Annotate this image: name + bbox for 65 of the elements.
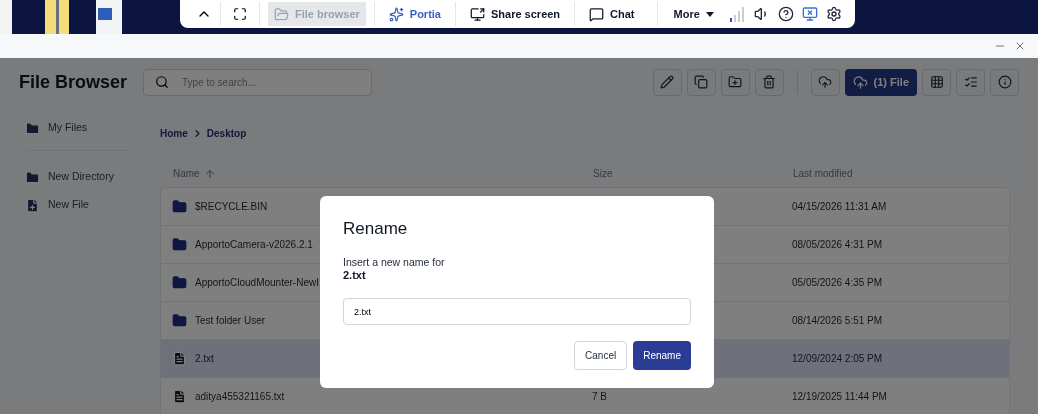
file-icon (172, 351, 187, 366)
zip-folder-drawing[interactable] (45, 0, 69, 34)
rename-button[interactable]: Rename (633, 341, 691, 371)
search-icon (155, 74, 170, 89)
sidebar-item[interactable]: New Directory (25, 167, 128, 187)
file-icon (172, 389, 187, 404)
toolbar-button[interactable]: File browser (268, 2, 366, 26)
info-icon[interactable] (997, 75, 1012, 89)
toolbar-button[interactable]: Share screen (464, 2, 567, 26)
file-name: aditya455321165.txt (195, 390, 285, 404)
cloud-upload-icon[interactable] (818, 75, 833, 89)
toolbar-button[interactable]: Portia (382, 2, 447, 26)
more-menu-button[interactable]: More (656, 2, 730, 26)
modified-date: 12/09/2024 2:05 PM (792, 352, 884, 366)
sidebar-item[interactable]: My Files (25, 118, 128, 138)
modified-date: 08/05/2026 4:31 PM (792, 238, 884, 252)
breadcrumb-link[interactable]: Desktop (206, 125, 247, 141)
file-name: ApportoCloudMounter-NewI (195, 276, 319, 290)
app-title: File Browser (19, 70, 128, 94)
sidebar-item[interactable]: New File (25, 195, 128, 215)
dialog-title: Rename (343, 218, 409, 240)
grid-icon[interactable] (929, 75, 944, 89)
caret-icon (705, 11, 714, 17)
modified-date: 08/14/2026 5:51 PM (792, 314, 884, 328)
folder-icon (172, 313, 187, 328)
file-name: 2.txt (343, 268, 367, 283)
file-name: $RECYCLE.BIN (195, 200, 268, 214)
folder-icon (25, 120, 40, 136)
cancel-button[interactable]: Cancel (574, 341, 628, 371)
file-name: Test folder User (195, 314, 266, 328)
modified-date: 05/05/2026 4:35 PM (792, 276, 884, 290)
upload-status-button[interactable]: (1) File (844, 68, 917, 96)
name-input-field[interactable]: 2.txt (343, 298, 691, 326)
signal-icon (729, 6, 746, 22)
trash-icon[interactable] (762, 75, 777, 89)
folder-icon (172, 237, 187, 252)
folder-icon (172, 275, 187, 290)
sort-arrow-icon (203, 167, 216, 180)
file-name: ApportoCamera-v2026.2.1 (195, 238, 313, 252)
chat-icon (589, 6, 605, 22)
file-name: 2.txt (195, 352, 214, 366)
fullscreen-icon[interactable] (233, 7, 247, 21)
folder-icon (172, 199, 187, 214)
file-size: 7 B (592, 391, 607, 402)
column-header[interactable]: Name (173, 166, 200, 181)
search-field[interactable]: Type to search... (143, 68, 373, 96)
folder-icon (274, 6, 289, 22)
close-icon[interactable] (1014, 40, 1026, 52)
modified-date: 04/15/2026 11:31 AM (792, 200, 888, 214)
help-icon[interactable] (777, 6, 794, 22)
monitor-icon[interactable] (801, 6, 818, 22)
toolbar-button[interactable]: Chat (583, 2, 641, 26)
column-header[interactable]: Last modified (793, 166, 997, 181)
pencil-icon[interactable] (660, 75, 675, 89)
cloud-upload-icon (852, 74, 868, 90)
sparkle-icon (388, 6, 404, 22)
copy-icon[interactable] (694, 75, 709, 89)
column-header[interactable]: Size (593, 166, 793, 181)
breadcrumb-link[interactable]: Home (160, 125, 188, 141)
dialog-prompt: Insert a new name for (343, 255, 446, 269)
share-screen-icon (470, 6, 485, 22)
modified-date: 12/19/2025 11:44 PM (792, 390, 888, 404)
file-plus-icon (25, 197, 40, 213)
settings-icon[interactable] (825, 6, 842, 22)
checklist-icon[interactable] (963, 75, 978, 89)
